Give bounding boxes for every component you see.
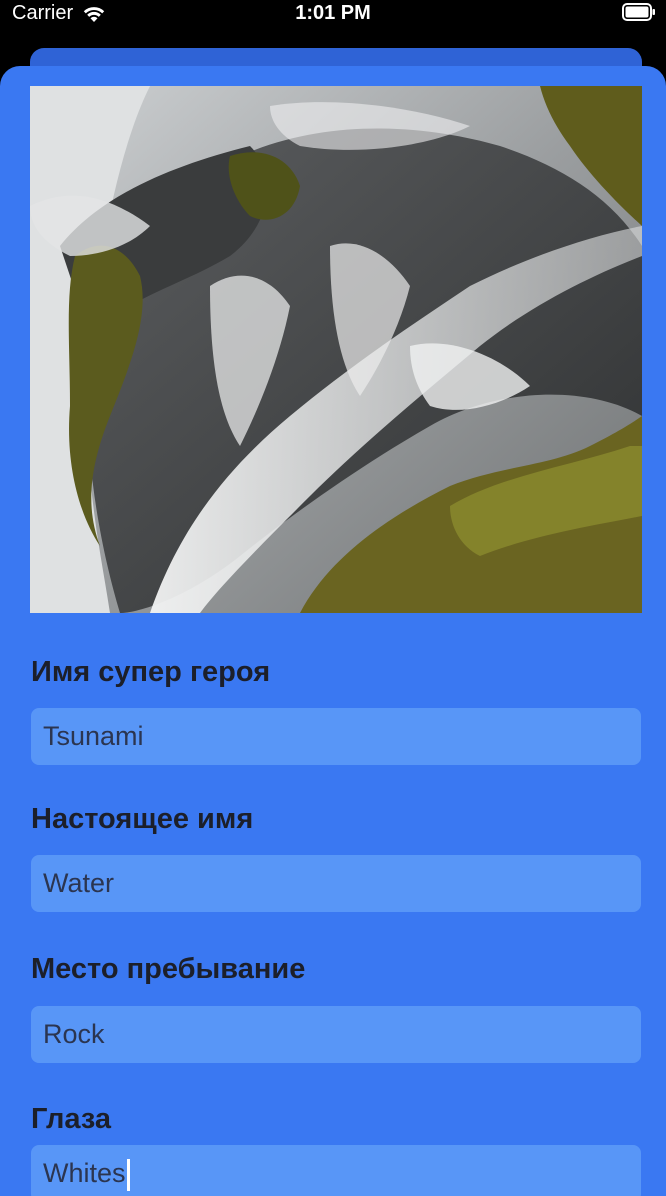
waterfall-photo [30, 86, 642, 613]
text-cursor [126, 1158, 130, 1191]
battery-icon [622, 3, 655, 21]
superhero-name-label: Имя супер героя [31, 656, 271, 688]
superhero-name-value: Tsunami [43, 721, 144, 751]
eyes-label: Глаза [31, 1103, 112, 1135]
status-time: 1:01 PM [295, 2, 371, 24]
residence-label: Место пребывание [31, 953, 306, 985]
residence-field[interactable]: Rock [31, 1006, 641, 1063]
residence-value: Rock [43, 1019, 105, 1049]
status-bar: Carrier 1:01 PM [0, 0, 666, 44]
real-name-field[interactable]: Water [31, 855, 641, 912]
real-name-value: Water [43, 868, 115, 898]
eyes-field[interactable]: Whites [31, 1145, 641, 1196]
superhero-name-field[interactable]: Tsunami [31, 708, 641, 765]
hero-form-sheet: Имя супер героя Tsunami Настоящее имя Wa… [0, 66, 666, 1196]
real-name-label: Настоящее имя [31, 803, 254, 835]
